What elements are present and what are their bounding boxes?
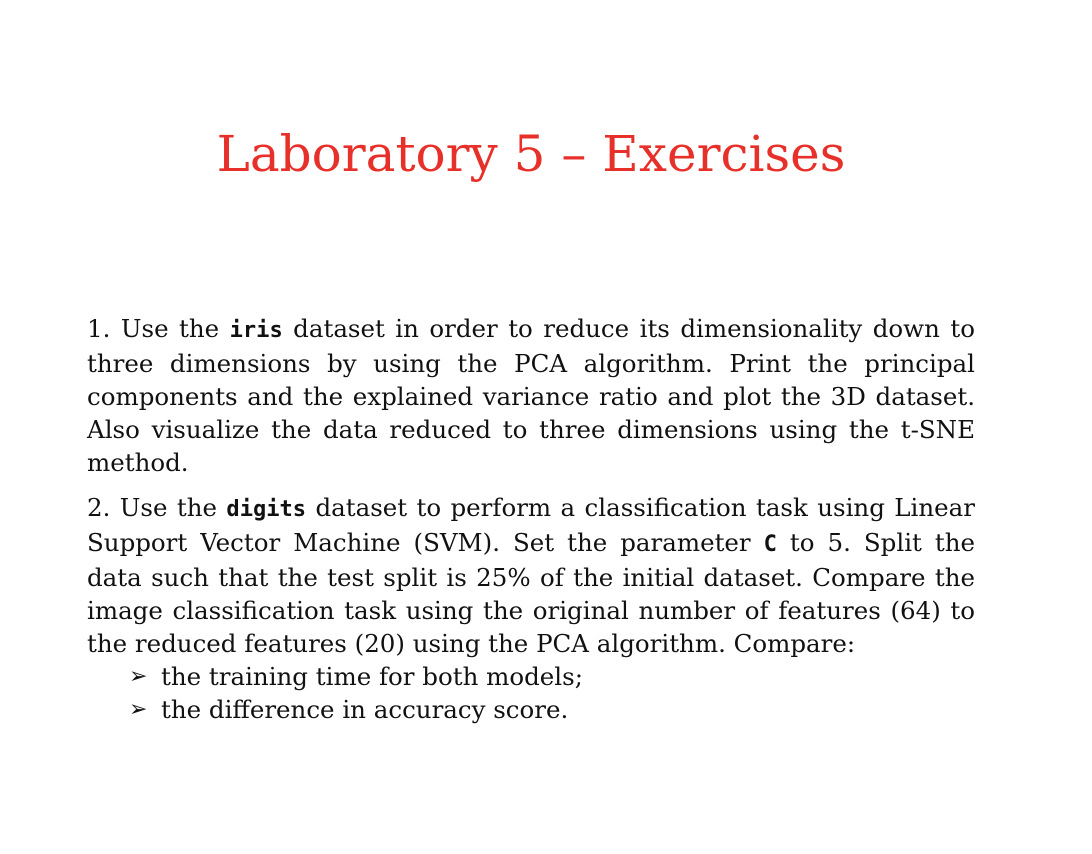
- exercise-2: 2. Use the digits dataset to perform a c…: [87, 491, 975, 660]
- slide: Laboratory 5 – Exercises 1. Use the iris…: [0, 0, 1092, 854]
- bullet-item: ➢ the training time for both models;: [129, 660, 975, 693]
- bullet-text: the training time for both models;: [161, 662, 583, 691]
- exercise-2-number: 2.: [87, 493, 111, 522]
- bullet-text: the difference in accuracy score.: [161, 695, 569, 724]
- exercise-list: 1. Use the iris dataset in order to redu…: [87, 312, 975, 726]
- bullet-item: ➢ the difference in accuracy score.: [129, 693, 975, 726]
- exercise-2-parameter-code: C: [763, 532, 777, 557]
- exercise-2-text-a: Use the: [110, 493, 227, 522]
- exercise-1-number: 1.: [87, 314, 111, 343]
- arrowhead-bullet-icon: ➢: [129, 664, 148, 689]
- exercise-1-text-a: Use the: [110, 314, 230, 343]
- slide-title: Laboratory 5 – Exercises: [216, 125, 846, 183]
- exercise-2-bullet-list: ➢ the training time for both models; ➢ t…: [87, 660, 975, 726]
- exercise-1: 1. Use the iris dataset in order to redu…: [87, 312, 975, 479]
- arrowhead-bullet-icon: ➢: [129, 697, 148, 722]
- exercise-2-dataset-code: digits: [226, 497, 307, 522]
- exercise-1-dataset-code: iris: [229, 318, 283, 343]
